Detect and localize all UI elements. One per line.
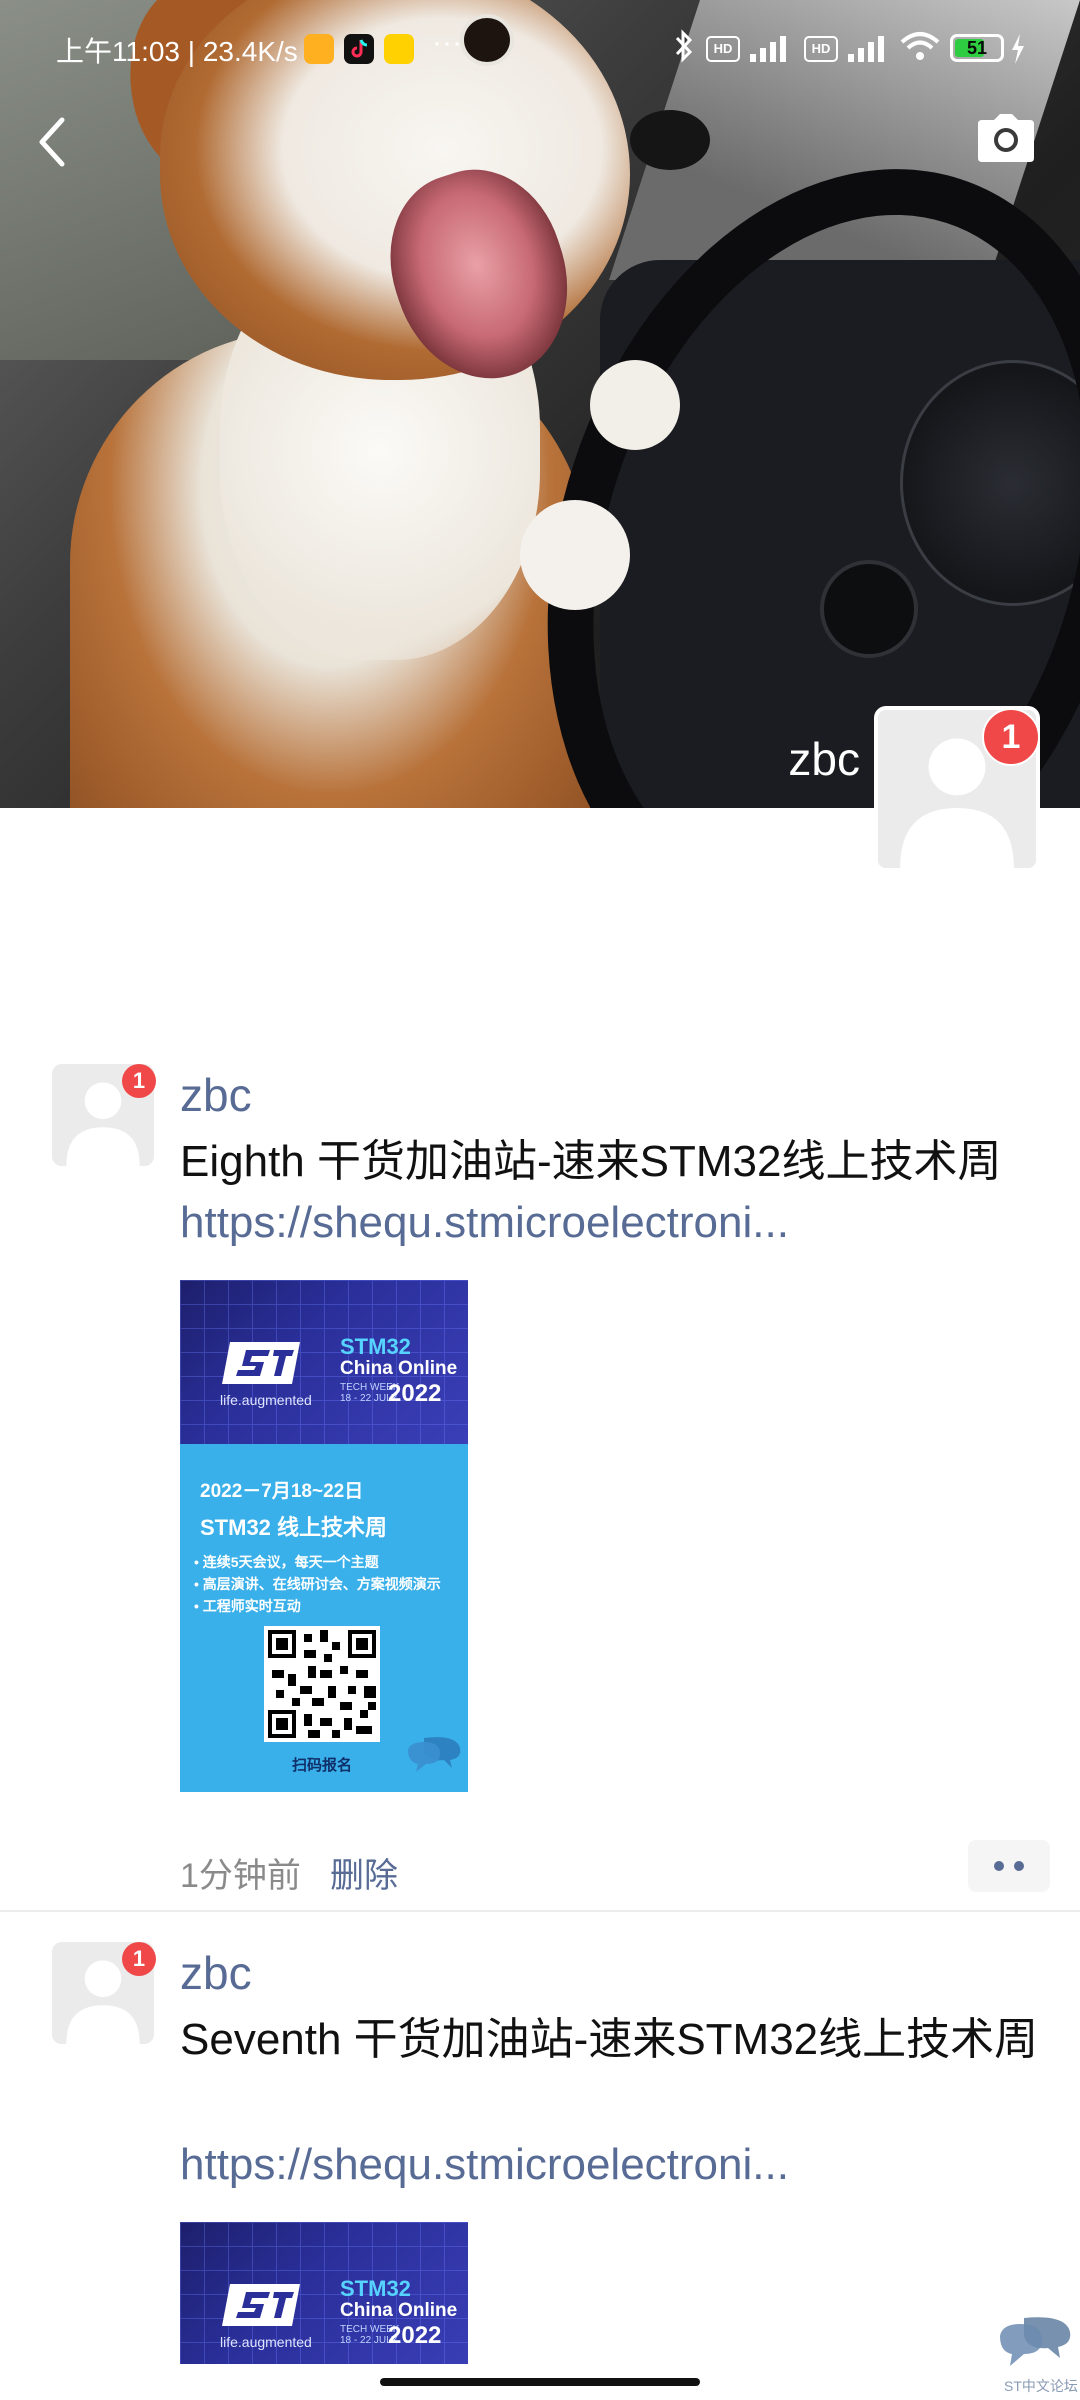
- delete-post-button[interactable]: 删除: [330, 1848, 398, 1897]
- poster-date: 2022－7月18~22日: [200, 1481, 364, 1502]
- poster-china-online: China Online: [340, 1358, 458, 1379]
- status-bar: 上午11:03 | 23.4K/s ··· HD HD 51: [0, 0, 1080, 96]
- cover-photo[interactable]: [0, 0, 1080, 808]
- post-avatar-badge: 1: [122, 1064, 156, 1098]
- dog-paw-upper: [590, 360, 680, 450]
- post-link[interactable]: https://shequ.stmicroelectroni...: [180, 1198, 789, 1248]
- post-image[interactable]: life.augmented STM32 China Online TECH W…: [180, 2222, 468, 2364]
- st-logo: [222, 1342, 300, 1384]
- poster-title: STM32 线上技术周: [200, 1515, 388, 1540]
- hd-icon: HD: [706, 36, 740, 62]
- post-divider: [0, 1910, 1080, 1912]
- tiktok-app-icon: [344, 34, 374, 64]
- hd-icon-2: HD: [804, 36, 838, 62]
- camera-button[interactable]: [976, 112, 1036, 164]
- poster-scan-label: 扫码报名: [292, 1757, 353, 1774]
- post-author-name[interactable]: zbc: [180, 1068, 252, 1122]
- poster-year: 2022: [388, 2322, 442, 2349]
- poster-tagline: life.augmented: [220, 2334, 312, 2350]
- poster-bullet: • 高层演讲、在线研讨会、方案视频演示: [194, 1576, 441, 1592]
- post-image[interactable]: life.augmented STM32 China Online TECH W…: [180, 1280, 468, 1792]
- poster-stm32: STM32: [340, 1334, 411, 1359]
- chat-bubble-icon: [1000, 2317, 1071, 2366]
- status-time: 上午11:03: [56, 36, 180, 67]
- poster-year: 2022: [388, 1380, 442, 1407]
- more-dot-icon: [1014, 1861, 1024, 1871]
- post-author-name[interactable]: zbc: [180, 1946, 252, 2000]
- qr-code: [264, 1626, 380, 1742]
- camera-icon: [978, 114, 1034, 162]
- post-avatar-badge: 1: [122, 1942, 156, 1976]
- wifi-icon: [900, 32, 940, 60]
- charging-icon: [1012, 34, 1024, 64]
- poster-stm32: STM32: [340, 2276, 411, 2301]
- status-network-speed: 23.4K/s: [202, 36, 298, 67]
- poster-tagline: life.augmented: [220, 1392, 312, 1408]
- post-link[interactable]: https://shequ.stmicroelectroni...: [180, 2140, 789, 2190]
- chat-bubble-icon: [408, 1737, 461, 1772]
- home-indicator[interactable]: [380, 2378, 700, 2386]
- back-button[interactable]: [28, 110, 76, 174]
- bluetooth-icon: [675, 29, 693, 63]
- watermark-text: ST中文论坛: [1004, 2378, 1078, 2394]
- profile-notification-badge[interactable]: 1: [982, 708, 1040, 766]
- battery-icon: 51: [950, 34, 1004, 62]
- dog-nose: [630, 110, 710, 170]
- more-notifications-icon: ···: [432, 26, 462, 59]
- post-more-button[interactable]: [968, 1840, 1050, 1892]
- post-text: Seventh 干货加油站-速来STM32线上技术周: [180, 2015, 1039, 2064]
- poster-bullet: • 工程师实时互动: [194, 1598, 301, 1614]
- notes-app-icon: [304, 34, 334, 64]
- signal-icon-2: [848, 36, 884, 62]
- status-time-speed: 上午11:03 | 23.4K/s: [56, 36, 298, 67]
- dog-paw: [520, 500, 630, 610]
- cover-username[interactable]: zbc: [700, 732, 860, 786]
- meituan-app-icon: [384, 34, 414, 64]
- post-timestamp: 1分钟前: [180, 1857, 301, 1895]
- signal-icon: [750, 36, 786, 62]
- st-logo: [222, 2284, 300, 2326]
- poster-china-online: China Online: [340, 2300, 458, 2321]
- poster-bullet: • 连续5天会议，每天一个主题: [194, 1554, 379, 1570]
- chevron-left-icon: [39, 117, 65, 167]
- more-dot-icon: [994, 1861, 1004, 1871]
- post-text: Eighth 干货加油站-速来STM32线上技术周: [180, 1137, 1002, 1186]
